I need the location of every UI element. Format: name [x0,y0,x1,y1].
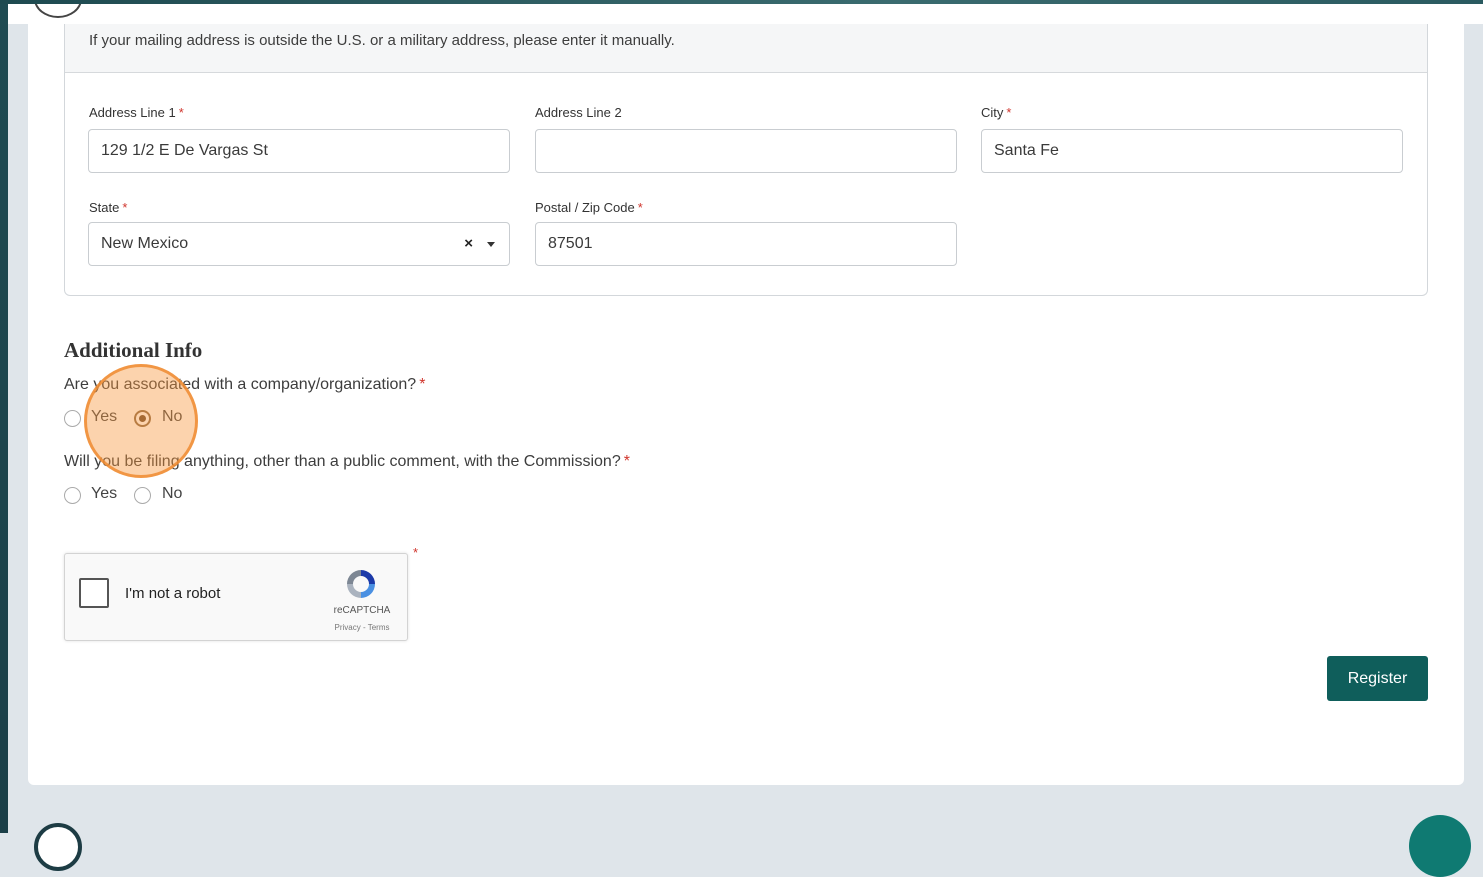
q2-no-radio[interactable] [134,487,151,504]
recaptcha-label: I'm not a robot [125,585,221,602]
address-note: If your mailing address is outside the U… [89,32,675,49]
recaptcha-logo-icon [347,570,375,598]
site-logo-icon [34,4,82,18]
recaptcha-brand: reCAPTCHA [333,605,391,616]
chat-icon[interactable] [1409,815,1471,877]
additional-info-title: Additional Info [64,338,203,362]
click-highlight-overlay [84,364,198,478]
address-note-box: If your mailing address is outside the U… [65,24,1427,73]
recaptcha-widget: I'm not a robot reCAPTCHA Privacy - Term… [64,553,408,641]
city-label: City * [981,105,1012,120]
q2-yes-radio[interactable] [64,487,81,504]
q1-yes-radio[interactable] [64,410,81,427]
address-line2-input[interactable] [535,129,957,173]
recaptcha-checkbox[interactable] [79,578,109,608]
clear-icon[interactable]: × [464,223,473,265]
zip-input[interactable] [535,222,957,266]
q2-no-label[interactable]: No [162,485,182,503]
address-line1-label: Address Line 1 * [89,105,184,120]
captcha-required-marker: * [413,545,419,560]
footer-logo-icon [34,823,82,871]
zip-label: Postal / Zip Code * [535,200,643,215]
state-label: State * [89,200,128,215]
window-frame-left [0,0,8,833]
state-selected-value: New Mexico [101,235,189,252]
recaptcha-privacy-terms[interactable]: Privacy - Terms [323,623,401,632]
city-input[interactable] [981,129,1403,173]
address-line2-label: Address Line 2 [535,105,622,120]
caret-down-icon[interactable] [487,242,495,247]
state-select[interactable]: New Mexico × [88,222,510,266]
address-line1-input[interactable] [88,129,510,173]
q2-yes-label[interactable]: Yes [91,485,117,503]
page-header [8,4,1483,24]
register-button[interactable]: Register [1327,656,1428,701]
